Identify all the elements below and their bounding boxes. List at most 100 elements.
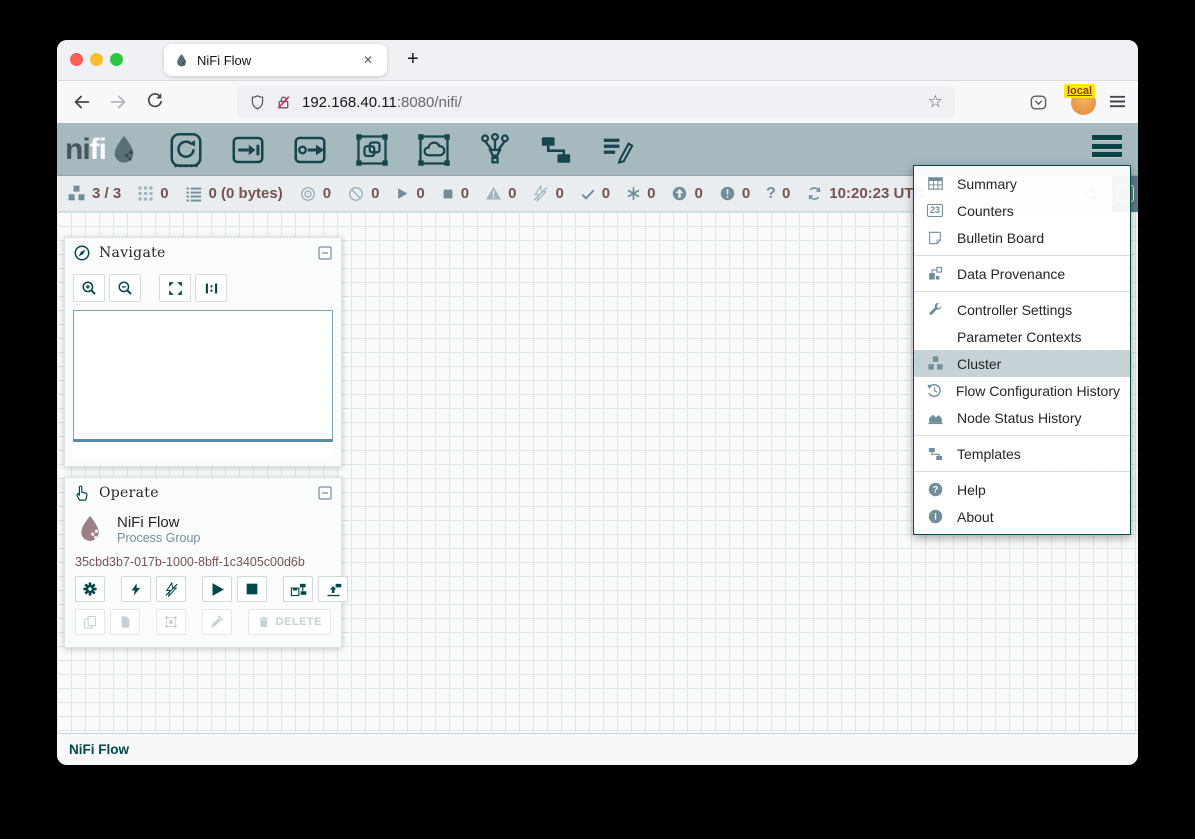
running-status: 0 [395,185,424,202]
list-icon [185,185,203,203]
stale-status: 0 [671,185,702,202]
zoom-out-button[interactable] [109,274,141,302]
tab-title: NiFi Flow [197,53,359,68]
menu-item-summary[interactable]: Summary [914,170,1130,197]
zoom-in-button[interactable] [73,274,105,302]
locally-modified-status: 0 [626,185,655,202]
start-button[interactable] [202,576,232,602]
processor-drag-icon[interactable] [168,132,204,168]
pocket-icon[interactable] [1029,93,1048,112]
help-circle-icon: ? [924,481,946,498]
asterisk-icon [626,186,641,201]
menu-item-bulletin-board[interactable]: Bulletin Board [914,224,1130,251]
cluster-cubes-icon [924,355,946,372]
minimize-window-button[interactable] [90,53,103,66]
url-bar[interactable]: 192.168.40.11:8080/nifi/ ☆ [237,86,955,118]
menu-item-flow-configuration-history[interactable]: Flow Configuration History [914,377,1130,404]
counters-icon: 23 [924,204,946,217]
menu-item-counters[interactable]: 23 Counters [914,197,1130,224]
url-host: 192.168.40.11 [302,94,397,111]
enable-button[interactable] [121,576,151,602]
reload-button[interactable] [145,91,165,111]
new-tab-button[interactable]: + [399,46,427,73]
paste-button[interactable] [110,609,140,635]
funnel-drag-icon[interactable] [478,132,512,168]
upload-template-button[interactable] [318,576,348,602]
label-drag-icon[interactable] [600,133,636,167]
disable-button[interactable] [156,576,186,602]
insecure-lock-icon[interactable] [275,94,292,111]
cluster-icon [67,184,86,203]
configure-button[interactable] [75,576,105,602]
template-drag-icon[interactable] [538,133,574,167]
copy-button[interactable] [75,609,105,635]
breadcrumb-bar: NiFi Flow [57,733,1138,765]
remote-process-group-drag-icon[interactable] [416,132,452,168]
exclamation-circle-icon [719,185,736,202]
sync-failure-status: ? 0 [766,185,790,203]
bolt-slash-icon [532,185,549,202]
firefox-menu-icon[interactable] [1109,94,1126,109]
menu-item-parameter-contexts[interactable]: Parameter Contexts [914,323,1130,350]
not-transmitting-status: 0 [347,185,379,203]
process-group-drop-icon [75,510,105,548]
navigate-title: Navigate [99,245,309,261]
operate-collapse-button[interactable] [317,485,333,501]
close-window-button[interactable] [70,53,83,66]
browser-navbar: 192.168.40.11:8080/nifi/ ☆ local [57,81,1138,124]
refresh-status: 10:20:23 UTC [806,185,924,202]
threads-grid-icon [137,185,154,202]
tab-bar: NiFi Flow ✕ + [57,40,1138,81]
shield-icon[interactable] [249,94,266,111]
menu-item-about[interactable]: i About [914,503,1130,530]
back-button[interactable] [71,91,93,113]
zoom-actual-size-button[interactable] [195,274,227,302]
menu-item-node-status-history[interactable]: Node Status History [914,404,1130,431]
menu-divider [914,291,1130,292]
zoom-fit-button[interactable] [159,274,191,302]
arrow-up-circle-icon [671,185,688,202]
disabled-status: 0 [532,185,563,202]
svg-text:?: ? [932,485,938,495]
check-icon [580,186,596,202]
navigate-panel: Navigate [64,237,342,467]
color-brush-button[interactable] [202,609,232,635]
provenance-icon [924,265,946,282]
url-path: :8080/nifi/ [397,94,462,111]
menu-item-controller-settings[interactable]: Controller Settings [914,296,1130,323]
stop-button[interactable] [237,576,267,602]
delete-button[interactable]: DELETE [248,609,331,635]
tab-close-icon[interactable]: ✕ [359,51,377,69]
stop-icon [441,187,455,201]
bookmark-star-icon[interactable]: ☆ [928,92,943,112]
invalid-status: 0 [485,185,516,202]
forward-button[interactable] [107,91,129,113]
transmitting-status: 0 [299,185,331,203]
output-port-drag-icon[interactable] [292,132,328,168]
up-to-date-status: 0 [580,185,610,202]
process-group-drag-icon[interactable] [354,132,390,168]
menu-item-data-provenance[interactable]: Data Provenance [914,260,1130,287]
operate-title: Operate [99,485,309,501]
breadcrumb[interactable]: NiFi Flow [69,742,129,757]
input-port-drag-icon[interactable] [230,132,266,168]
menu-item-cluster[interactable]: Cluster [914,350,1130,377]
history-icon [924,382,945,399]
queued-status: 0 (0 bytes) [185,185,283,203]
browser-tab[interactable]: NiFi Flow ✕ [164,44,387,76]
group-button[interactable] [156,609,186,635]
global-menu-button[interactable] [1092,135,1122,161]
zoom-window-button[interactable] [110,53,123,66]
birdseye-minimap[interactable] [73,310,333,442]
profile-avatar[interactable]: local [1071,90,1096,115]
nifi-favicon [174,53,189,68]
active-threads-status: 0 [137,185,168,202]
info-circle-icon: i [924,508,946,525]
navigate-collapse-button[interactable] [317,245,333,261]
container-badge: local [1064,84,1095,98]
navigate-compass-icon [73,244,91,262]
menu-item-help[interactable]: ? Help [914,476,1130,503]
save-template-button[interactable] [283,576,313,602]
template-icon [924,446,946,462]
menu-item-templates[interactable]: Templates [914,440,1130,467]
